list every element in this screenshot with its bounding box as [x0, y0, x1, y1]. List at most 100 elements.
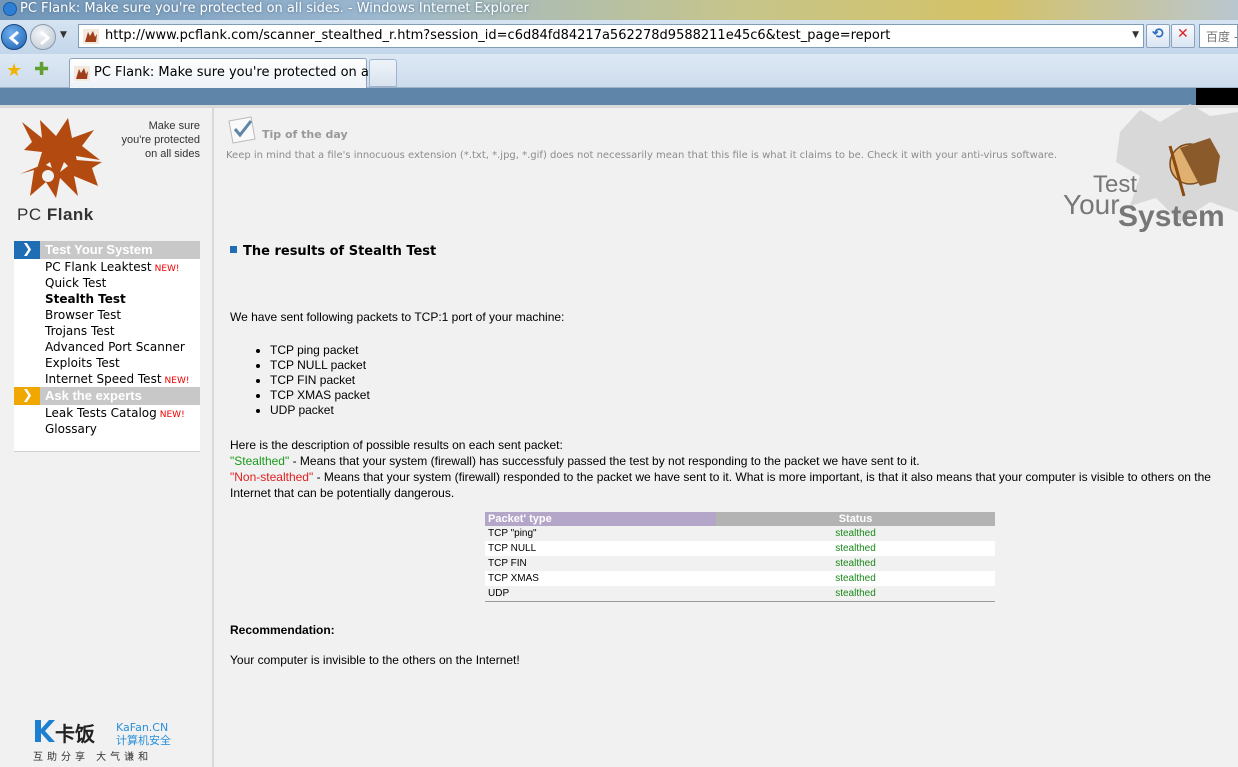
- sidebar-item-label: Quick Test: [45, 276, 107, 290]
- results-description: Here is the description of possible resu…: [230, 437, 1235, 501]
- column-header-status: Status: [716, 512, 995, 526]
- search-input[interactable]: 百度 -: [1199, 24, 1238, 48]
- new-badge: NEW!: [154, 264, 180, 274]
- page-title: The results of Stealth Test: [243, 244, 437, 259]
- kafan-name: 卡饭: [55, 722, 95, 746]
- history-dropdown-icon[interactable]: ▼: [60, 30, 67, 40]
- refresh-button[interactable]: ⟲: [1146, 24, 1170, 48]
- address-dropdown-icon[interactable]: ▼: [1132, 30, 1139, 40]
- add-favorite-icon[interactable]: ✚: [34, 59, 49, 80]
- logo-tagline: Make sure you're protected on all sides: [110, 119, 200, 161]
- sidebar-item-speed-test[interactable]: Internet Speed Test NEW!: [14, 371, 200, 387]
- recommendation-title: Recommendation:: [230, 623, 335, 637]
- sidebar-item-label: Advanced Port Scanner: [45, 340, 185, 354]
- sidebar-item-glossary[interactable]: Glossary: [14, 421, 200, 437]
- section-title: The results of Stealth Test: [230, 244, 436, 259]
- table-row: UDP stealthed: [485, 586, 995, 601]
- tip-text: Keep in mind that a file's innocuous ext…: [226, 150, 1058, 161]
- packet-type-cell: TCP FIN: [485, 556, 716, 571]
- menu-header-test-your-system[interactable]: ❯ Test Your System: [14, 241, 200, 259]
- back-button[interactable]: [1, 24, 27, 50]
- web-page: PC Flank Make sure you're protected on a…: [0, 88, 1238, 767]
- stop-icon: ✕: [1177, 26, 1189, 42]
- tagline-line-2: you're protected: [121, 134, 200, 146]
- brand-line-your: Your: [1063, 189, 1120, 220]
- sidebar-divider: [212, 108, 214, 767]
- sidebar-item-leak-tests-catalog[interactable]: Leak Tests Catalog NEW!: [14, 405, 200, 421]
- sidebar-item-leaktest[interactable]: PC Flank Leaktest NEW!: [14, 259, 200, 275]
- sidebar-item-stealth-test[interactable]: Stealth Test: [14, 291, 200, 307]
- tab-pcflank[interactable]: PC Flank: Make sure you're protected on …: [69, 58, 393, 88]
- forward-button[interactable]: [30, 24, 56, 50]
- address-bar[interactable]: http://www.pcflank.com/scanner_stealthed…: [78, 24, 1144, 48]
- url-text[interactable]: http://www.pcflank.com/scanner_stealthed…: [105, 28, 890, 43]
- list-item: TCP FIN packet: [270, 373, 370, 388]
- sidebar-item-quick-test[interactable]: Quick Test: [14, 275, 200, 291]
- window-title: PC Flank: Make sure you're protected on …: [20, 1, 529, 16]
- tab-bar: ★ ✚ PC Flank: Make sure you're protected…: [0, 54, 1238, 88]
- tip-checkmark-icon: [228, 116, 256, 144]
- chevron-right-icon: ❯: [14, 387, 40, 405]
- brand-line-system: System: [1118, 200, 1225, 232]
- tab-label: PC Flank: Make sure you're protected on …: [94, 65, 393, 80]
- sidebar-item-port-scanner[interactable]: Advanced Port Scanner: [14, 339, 200, 355]
- menu-header-ask-experts[interactable]: ❯ Ask the experts: [14, 387, 200, 405]
- new-badge: NEW!: [164, 376, 190, 386]
- forward-arrow-icon: [40, 30, 51, 46]
- sidebar-item-label: PC Flank Leaktest: [45, 260, 152, 274]
- page-top-bar: [0, 88, 1238, 105]
- list-item: UDP packet: [270, 403, 370, 418]
- tagline-line-1: Make sure: [148, 120, 200, 132]
- status-cell: stealthed: [716, 541, 995, 556]
- new-tab-button[interactable]: [369, 59, 397, 87]
- desc-intro: Here is the description of possible resu…: [230, 438, 563, 452]
- table-row: TCP "ping" stealthed: [485, 526, 995, 541]
- table-row: TCP NULL stealthed: [485, 541, 995, 556]
- sidebar-menu: ❯ Test Your System PC Flank Leaktest NEW!…: [14, 241, 200, 452]
- sidebar-item-label: Trojans Test: [45, 324, 115, 338]
- navigation-bar: ▼ http://www.pcflank.com/scanner_stealth…: [0, 20, 1238, 54]
- kafan-site-sub: 计算机安全: [116, 734, 171, 747]
- pcflank-logo-text[interactable]: PC Flank: [17, 205, 94, 225]
- sidebar-item-browser-test[interactable]: Browser Test: [14, 307, 200, 323]
- back-arrow-icon: [8, 30, 19, 46]
- pcflank-logo-icon[interactable]: [16, 116, 104, 200]
- status-cell: stealthed: [716, 586, 995, 601]
- intro-text: We have sent following packets to TCP:1 …: [230, 310, 565, 324]
- tagline-line-3: on all sides: [144, 148, 200, 160]
- kafan-site: KaFan.CN 计算机安全: [116, 721, 171, 747]
- stealthed-desc-text: - Means that your system (firewall) has …: [289, 454, 920, 468]
- list-item: TCP NULL packet: [270, 358, 370, 373]
- menu-header-label: Ask the experts: [45, 388, 142, 403]
- list-item: TCP ping packet: [270, 343, 370, 358]
- list-item: TCP XMAS packet: [270, 388, 370, 403]
- nonstealthed-desc-text: - Means that your system (firewall) resp…: [230, 470, 1211, 500]
- packet-type-cell: TCP NULL: [485, 541, 716, 556]
- kafan-slogan: 互助分享 大气谦和: [33, 752, 153, 763]
- stop-button[interactable]: ✕: [1171, 24, 1195, 48]
- table-row: TCP XMAS stealthed: [485, 571, 995, 586]
- stealthed-desc: "Stealthed" - Means that your system (fi…: [230, 453, 1235, 469]
- new-badge: NEW!: [159, 410, 185, 420]
- pcflank-favicon-icon: [74, 66, 90, 81]
- sidebar-item-label: Internet Speed Test: [45, 372, 162, 386]
- table-row: TCP FIN stealthed: [485, 556, 995, 571]
- logo-text-light: PC: [17, 205, 47, 224]
- status-cell: stealthed: [716, 556, 995, 571]
- sidebar-item-label: Exploits Test: [45, 356, 120, 370]
- stealthed-term: "Stealthed": [230, 454, 290, 468]
- favorites-star-icon[interactable]: ★: [6, 60, 22, 81]
- logo-text-bold: Flank: [46, 205, 94, 224]
- packet-list: TCP ping packet TCP NULL packet TCP FIN …: [257, 343, 370, 418]
- sidebar-item-label: Glossary: [45, 422, 97, 436]
- sidebar-item-label: Browser Test: [45, 308, 122, 322]
- sidebar-item-exploits-test[interactable]: Exploits Test: [14, 355, 200, 371]
- chevron-right-icon: ❯: [14, 241, 40, 259]
- sidebar-item-trojans-test[interactable]: Trojans Test: [14, 323, 200, 339]
- column-header-type: Packet' type: [485, 512, 716, 526]
- packet-type-cell: UDP: [485, 586, 716, 601]
- recommendation-text: Your computer is invisible to the others…: [230, 653, 520, 667]
- table-header-row: Packet' type Status: [485, 512, 995, 526]
- nonstealthed-desc: "Non-stealthed" - Means that your system…: [230, 469, 1235, 501]
- window-titlebar: PC Flank: Make sure you're protected on …: [0, 0, 1238, 20]
